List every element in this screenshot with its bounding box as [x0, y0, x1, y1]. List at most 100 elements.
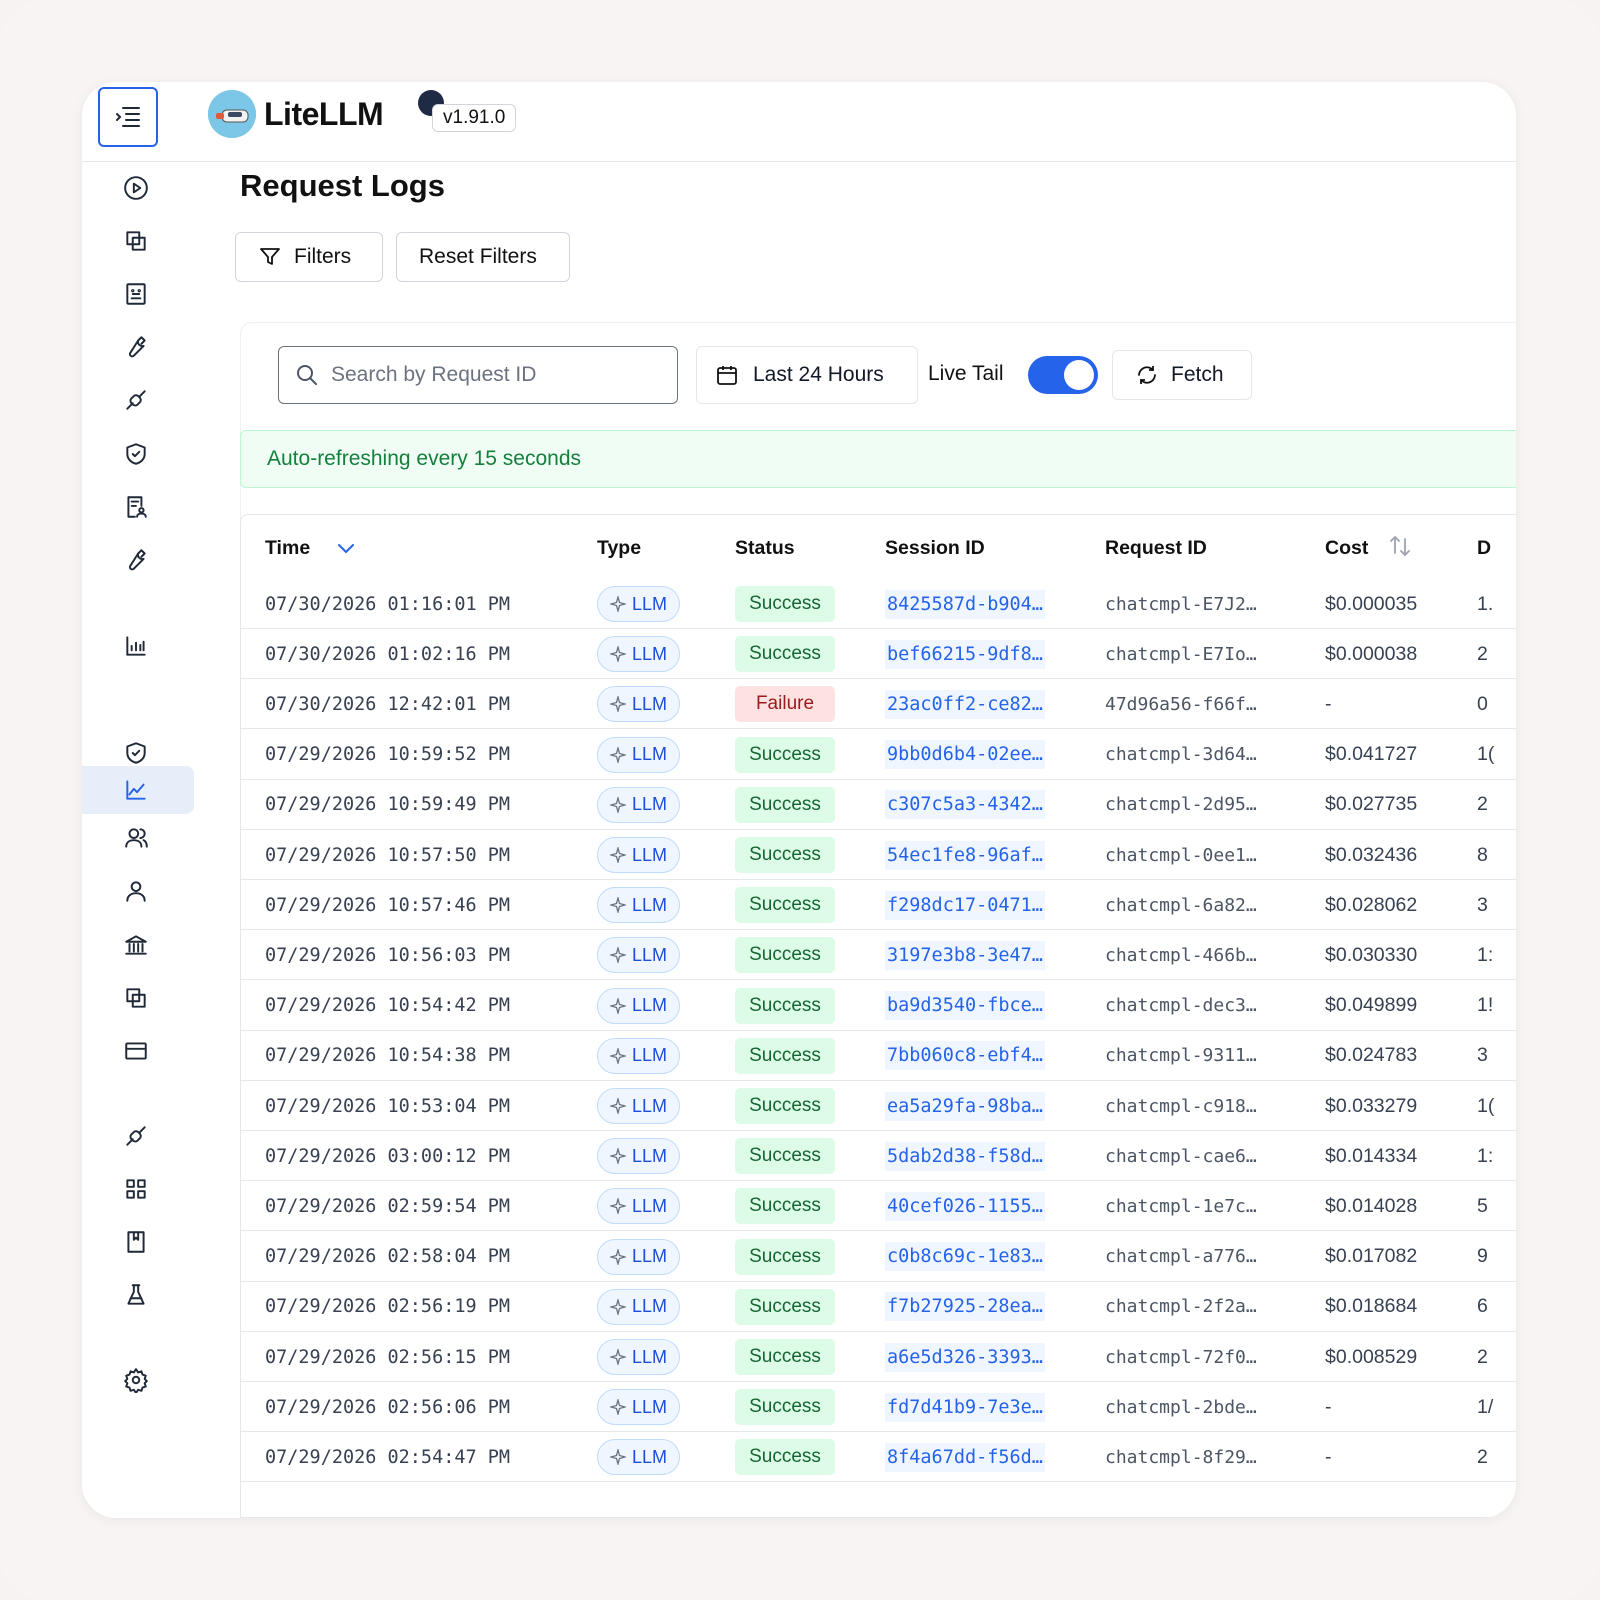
sparkle-icon — [610, 997, 626, 1014]
table-row[interactable]: 07/29/2026 02:58:04 PM LLM Success c0b8c69c… — [241, 1232, 1516, 1282]
time-cell: 07/29/2026 03:00:12 PM — [265, 1145, 511, 1167]
table-row[interactable]: 07/29/2026 02:56:19 PM LLM Success f7b27925… — [241, 1282, 1516, 1332]
wrench-icon[interactable] — [106, 327, 166, 367]
date-range-picker[interactable]: Last 24 Hours — [696, 346, 918, 404]
session-cell: 40cef026-1155… — [885, 1181, 1045, 1231]
search-input[interactable] — [331, 363, 661, 387]
reset-filters-button[interactable]: Reset Filters — [396, 232, 570, 282]
status-cell: Success — [735, 1131, 835, 1181]
type-badge: LLM — [597, 1288, 681, 1325]
table-row[interactable]: 07/29/2026 10:56:03 PM LLM Success 3197e3b8… — [241, 930, 1516, 981]
time-cell: 07/29/2026 02:56:19 PM — [265, 1296, 511, 1318]
session-id-link[interactable]: 8425587d-b904… — [885, 589, 1045, 619]
receipt-user-icon[interactable] — [106, 487, 166, 527]
plug-icon[interactable] — [106, 380, 166, 420]
session-id-link[interactable]: 23ac0ff2-ce82… — [885, 689, 1045, 719]
session-id-link[interactable]: ba9d3540-fbce… — [885, 991, 1045, 1021]
session-id-link[interactable]: 8f4a67dd-f56d… — [885, 1442, 1045, 1472]
session-cell: f298dc17-0471… — [885, 880, 1045, 930]
cost-cell: $0.014334 — [1325, 1144, 1418, 1167]
type-badge: LLM — [597, 1339, 681, 1375]
duration-cell: 3 — [1477, 1044, 1488, 1067]
search-icon — [297, 365, 317, 385]
session-id-link[interactable]: 9bb0d6b4-02ee… — [885, 740, 1045, 770]
users-icon[interactable] — [106, 818, 166, 858]
session-id-link[interactable]: c0b8c69c-1e83… — [885, 1242, 1045, 1272]
session-id-link[interactable]: fd7d41b9-7e3e… — [885, 1392, 1045, 1422]
time-cell: 07/29/2026 02:58:04 PM — [265, 1246, 511, 1268]
sparkle-icon — [610, 847, 626, 863]
book-icon[interactable] — [106, 1222, 166, 1262]
session-id-link[interactable]: bef66215-9df8… — [885, 639, 1045, 669]
type-label: LLM — [632, 1145, 668, 1166]
table-row[interactable]: 07/29/2026 10:54:38 PM LLM Success 7bb060c8… — [241, 1031, 1516, 1081]
session-id-link[interactable]: 3197e3b8-3e47… — [885, 940, 1045, 970]
sort-down-icon[interactable] — [335, 537, 357, 559]
session-id-link[interactable]: 5dab2d38-f58d… — [885, 1141, 1045, 1171]
shield-check-icon[interactable] — [106, 733, 166, 773]
type-cell: LLM — [597, 730, 681, 780]
fetch-button[interactable]: Fetch — [1112, 350, 1252, 400]
duration-cell: 1/ — [1477, 1395, 1494, 1418]
status-cell: Success — [735, 629, 835, 679]
flask-icon[interactable] — [106, 1275, 166, 1315]
session-id-link[interactable]: a6e5d326-3393… — [885, 1342, 1045, 1372]
search-field[interactable] — [278, 346, 678, 404]
grid-icon[interactable] — [106, 1169, 166, 1209]
status-cell: Success — [735, 1432, 835, 1482]
table-row[interactable]: 07/29/2026 03:00:12 PM LLM Success 5dab2d38… — [241, 1131, 1516, 1182]
type-cell: LLM — [597, 1031, 681, 1081]
gear-icon[interactable] — [106, 1360, 166, 1400]
column-header-time[interactable]: Time — [265, 537, 310, 560]
table-row[interactable]: 07/29/2026 10:54:42 PM LLM Success ba9d3540… — [241, 981, 1516, 1031]
table-row[interactable]: 07/29/2026 10:59:49 PM LLM Success c307c5a3… — [241, 780, 1516, 830]
document-icon[interactable] — [106, 274, 166, 314]
table-row[interactable]: 07/29/2026 10:57:50 PM LLM Success 54ec1fe8… — [241, 830, 1516, 880]
sort-toggle-icon[interactable] — [1387, 533, 1413, 559]
play-circle-icon[interactable] — [106, 168, 166, 208]
bar-chart-icon[interactable] — [106, 626, 166, 666]
table-row[interactable]: 07/30/2026 01:16:01 PM LLM Success 8425587d… — [241, 579, 1516, 629]
time-cell: 07/29/2026 10:54:42 PM — [265, 995, 511, 1017]
copy-icon[interactable] — [106, 221, 166, 261]
line-chart-icon[interactable] — [106, 770, 166, 810]
table-row[interactable]: 07/29/2026 02:56:06 PM LLM Success fd7d41b9… — [241, 1382, 1516, 1433]
duration-cell: 1! — [1477, 994, 1494, 1017]
session-id-link[interactable]: 40cef026-1155… — [885, 1191, 1045, 1221]
session-id-link[interactable]: 7bb060c8-ebf4… — [885, 1041, 1045, 1071]
request-id-cell: chatcmpl-2d95… — [1105, 794, 1257, 816]
table-row[interactable]: 07/29/2026 02:56:15 PM LLM Success a6e5d326… — [241, 1332, 1516, 1382]
table-row[interactable]: 07/29/2026 10:59:52 PM LLM Success 9bb0d6b4… — [241, 730, 1516, 780]
menu-toggle-button[interactable] — [98, 87, 158, 147]
sparkle-icon — [610, 947, 626, 964]
session-id-link[interactable]: c307c5a3-4342… — [885, 790, 1045, 820]
duration-cell: 1: — [1477, 1144, 1494, 1167]
table-row[interactable]: 07/29/2026 02:54:47 PM LLM Success 8f4a67dd… — [241, 1432, 1516, 1483]
cost-cell: $0.000038 — [1325, 642, 1418, 665]
table-row[interactable]: 07/29/2026 10:53:04 PM LLM Success ea5a29fa… — [241, 1081, 1516, 1131]
live-tail-toggle[interactable] — [1028, 356, 1098, 394]
session-id-link[interactable]: f298dc17-0471… — [885, 890, 1045, 920]
table-row[interactable]: 07/30/2026 12:42:01 PM LLM Failure 23ac0ff2… — [241, 679, 1516, 730]
session-id-link[interactable]: f7b27925-28ea… — [885, 1292, 1045, 1322]
table-row[interactable]: 07/29/2026 02:59:54 PM LLM Success 40cef026… — [241, 1181, 1516, 1232]
column-header-cost[interactable]: Cost — [1325, 537, 1368, 560]
user-icon[interactable] — [106, 871, 166, 911]
sparkle-icon — [610, 1198, 626, 1215]
copy-icon[interactable] — [106, 978, 166, 1018]
type-badge: LLM — [597, 636, 681, 673]
time-cell: 07/29/2026 02:54:47 PM — [265, 1446, 511, 1468]
plug-icon[interactable] — [106, 1116, 166, 1156]
filters-button[interactable]: Filters — [235, 232, 383, 282]
status-badge: Success — [735, 1389, 835, 1426]
shield-check-icon[interactable] — [106, 434, 166, 474]
type-badge: LLM — [597, 1037, 681, 1074]
table-row[interactable]: 07/30/2026 01:02:16 PM LLM Success bef66215… — [241, 629, 1516, 680]
session-id-link[interactable]: ea5a29fa-98ba… — [885, 1091, 1045, 1121]
credit-card-icon[interactable] — [106, 1031, 166, 1071]
table-row[interactable]: 07/29/2026 10:57:46 PM LLM Success f298dc17… — [241, 880, 1516, 931]
request-id-cell: chatcmpl-2bde… — [1105, 1396, 1257, 1418]
bank-icon[interactable] — [106, 925, 166, 965]
wrench-icon[interactable] — [106, 540, 166, 580]
session-id-link[interactable]: 54ec1fe8-96af… — [885, 840, 1045, 870]
